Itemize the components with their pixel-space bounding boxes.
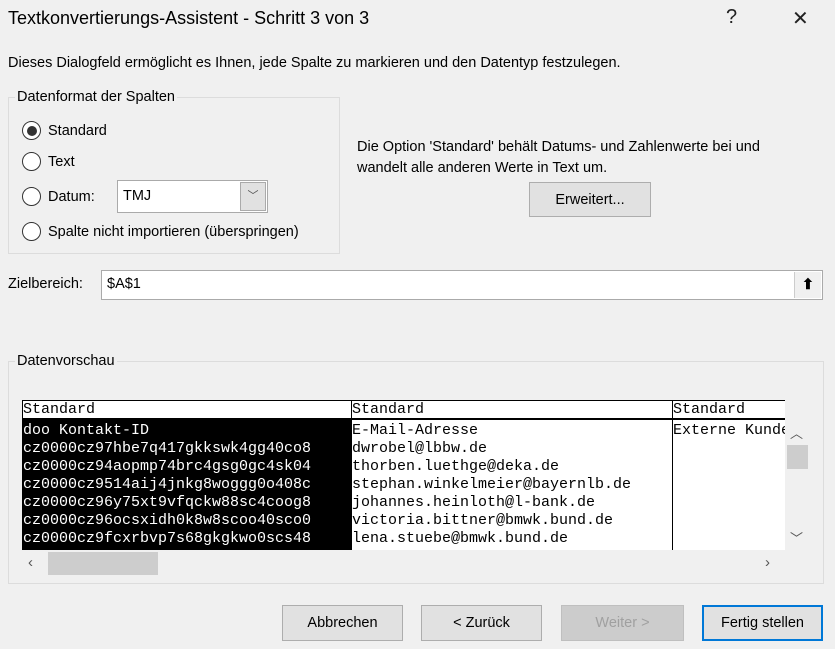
- radio-circle: [22, 187, 41, 206]
- info-line: wandelt alle anderen Werte in Text um.: [357, 160, 608, 176]
- column-header[interactable]: Standard: [673, 401, 785, 420]
- radio-date[interactable]: Datum:: [22, 187, 95, 206]
- radio-label: Datum:: [48, 188, 95, 205]
- radio-label: Standard: [48, 122, 107, 139]
- horizontal-scroll-thumb[interactable]: [48, 552, 158, 575]
- cell: johannes.heinloth@l-bank.de: [352, 494, 596, 511]
- column-body: Externe Kunde: [673, 420, 785, 440]
- vertical-scroll-thumb[interactable]: [787, 445, 808, 469]
- next-button[interactable]: Weiter >: [561, 605, 684, 641]
- target-value: $A$1: [107, 276, 141, 292]
- cell: E-Mail-Adresse: [352, 422, 479, 439]
- horizontal-scrollbar[interactable]: ‹ ›: [22, 550, 785, 576]
- chevron-down-icon[interactable]: ﹀: [240, 182, 266, 211]
- preview-table[interactable]: Standard doo Kontakt-ID cz0000cz97hbe7q4…: [22, 400, 785, 550]
- radio-circle: [22, 121, 41, 140]
- column-body: doo Kontakt-ID cz0000cz97hbe7q417gkkswk4…: [23, 420, 352, 550]
- scroll-left-icon[interactable]: ‹: [28, 554, 33, 571]
- description-text: Dieses Dialogfeld ermöglicht es Ihnen, j…: [8, 55, 621, 71]
- target-range-input[interactable]: $A$1 ⬆: [101, 270, 823, 300]
- preview-legend: Datenvorschau: [15, 353, 117, 369]
- cell: victoria.bittner@bmwk.bund.de: [352, 512, 614, 529]
- cell: doo Kontakt-ID: [23, 422, 150, 439]
- scroll-right-icon[interactable]: ›: [765, 554, 770, 571]
- help-button[interactable]: ?: [726, 6, 737, 29]
- column-body: E-Mail-Adresse dwrobel@lbbw.de thorben.l…: [352, 420, 673, 550]
- cell: cz0000cz97hbe7q417gkkswk4gg40co8: [23, 440, 312, 457]
- radio-standard[interactable]: Standard: [22, 121, 107, 140]
- cell: dwrobel@lbbw.de: [352, 440, 488, 457]
- dialog-title: Textkonvertierungs-Assistent - Schritt 3…: [8, 8, 370, 28]
- back-button[interactable]: < Zurück: [421, 605, 542, 641]
- scroll-up-icon[interactable]: ︿: [790, 423, 803, 442]
- cell: stephan.winkelmeier@bayernlb.de: [352, 476, 632, 493]
- cell: cz0000cz96ocsxidh0k8w8scoo40sco0: [23, 512, 312, 529]
- date-format-value: TMJ: [123, 188, 152, 204]
- target-label: Zielbereich:: [8, 276, 83, 292]
- column-header[interactable]: Standard: [23, 401, 352, 420]
- collapse-dialog-icon[interactable]: ⬆: [794, 272, 821, 298]
- info-line: Die Option 'Standard' behält Datums- und…: [357, 139, 760, 155]
- format-group-legend: Datenformat der Spalten: [15, 89, 177, 105]
- finish-button[interactable]: Fertig stellen: [702, 605, 823, 641]
- preview-column-1[interactable]: Standard doo Kontakt-ID cz0000cz97hbe7q4…: [23, 401, 352, 550]
- radio-label: Spalte nicht importieren (überspringen): [48, 223, 299, 240]
- cancel-button[interactable]: Abbrechen: [282, 605, 403, 641]
- cell: lena.stuebe@bmwk.bund.de: [352, 530, 569, 547]
- date-format-select[interactable]: TMJ ﹀: [117, 180, 268, 213]
- preview-column-3[interactable]: Standard Externe Kunde: [673, 401, 785, 550]
- close-button[interactable]: ✕: [792, 6, 809, 31]
- radio-text[interactable]: Text: [22, 152, 75, 171]
- radio-label: Text: [48, 153, 75, 170]
- radio-skip[interactable]: Spalte nicht importieren (überspringen): [22, 222, 299, 241]
- advanced-button[interactable]: Erweitert...: [529, 182, 651, 217]
- radio-circle: [22, 152, 41, 171]
- radio-circle: [22, 222, 41, 241]
- cell: cz0000cz96y75xt9vfqckw88sc4coog8: [23, 494, 312, 511]
- scroll-down-icon[interactable]: ﹀: [790, 528, 803, 547]
- preview-column-2[interactable]: Standard E-Mail-Adresse dwrobel@lbbw.de …: [352, 401, 673, 550]
- info-text: Die Option 'Standard' behält Datums- und…: [357, 137, 760, 179]
- column-header[interactable]: Standard: [352, 401, 673, 420]
- vertical-scrollbar[interactable]: ︿ ﹀: [785, 420, 808, 550]
- cell: cz0000cz9514aij4jnkg8woggg0o408c: [23, 476, 312, 493]
- cell: cz0000cz9fcxrbvp7s68gkgkwo0scs48: [23, 530, 312, 547]
- cell: Externe Kunde: [673, 422, 785, 439]
- cell: cz0000cz94aopmp74brc4gsg0gc4sk04: [23, 458, 312, 475]
- cell: thorben.luethge@deka.de: [352, 458, 560, 475]
